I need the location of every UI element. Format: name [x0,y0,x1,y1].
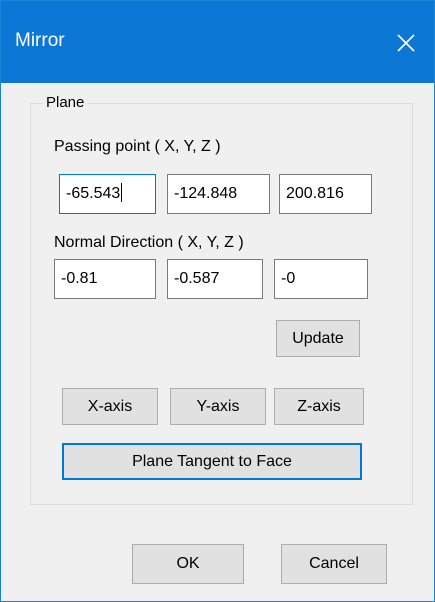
cancel-button[interactable]: Cancel [281,544,387,584]
normal-direction-y-field[interactable]: -0.587 [167,259,263,299]
passing-point-z-field[interactable]: 200.816 [279,174,372,214]
dialog-body: Plane Passing point ( X, Y, Z ) -65.543 … [1,83,434,601]
x-axis-button[interactable]: X-axis [62,388,158,425]
passing-point-label: Passing point ( X, Y, Z ) [54,138,221,155]
y-axis-button[interactable]: Y-axis [170,388,266,425]
close-button[interactable] [378,19,434,67]
plane-groupbox: Plane Passing point ( X, Y, Z ) -65.543 … [30,94,413,505]
close-icon [397,34,415,52]
passing-point-x-field[interactable]: -65.543 [59,174,156,214]
mirror-dialog: Mirror Plane Passing point ( X, Y, Z ) -… [0,0,435,602]
ok-button[interactable]: OK [132,544,244,584]
z-axis-button[interactable]: Z-axis [274,388,364,425]
window-title: Mirror [15,30,65,51]
passing-point-y-field[interactable]: -124.848 [167,174,270,214]
title-bar[interactable]: Mirror [1,1,434,83]
text-caret [121,183,123,202]
plane-tangent-to-face-button[interactable]: Plane Tangent to Face [62,443,362,480]
normal-direction-x-field[interactable]: -0.81 [54,259,156,299]
normal-direction-z-field[interactable]: -0 [274,259,368,299]
update-button[interactable]: Update [276,320,360,357]
normal-direction-label: Normal Direction ( X, Y, Z ) [54,234,244,251]
plane-groupbox-legend: Plane [43,94,88,111]
